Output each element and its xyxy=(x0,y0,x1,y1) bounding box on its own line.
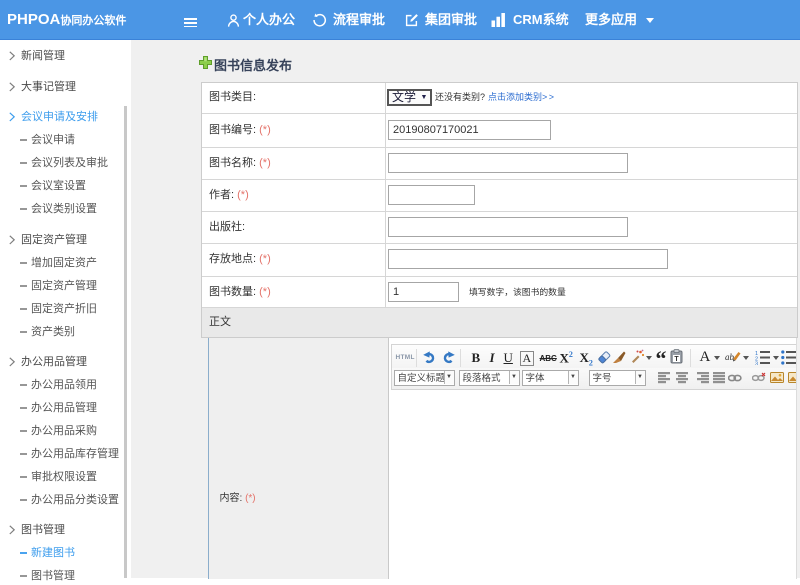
svg-text:T: T xyxy=(674,356,679,363)
svg-text:3: 3 xyxy=(755,362,758,366)
